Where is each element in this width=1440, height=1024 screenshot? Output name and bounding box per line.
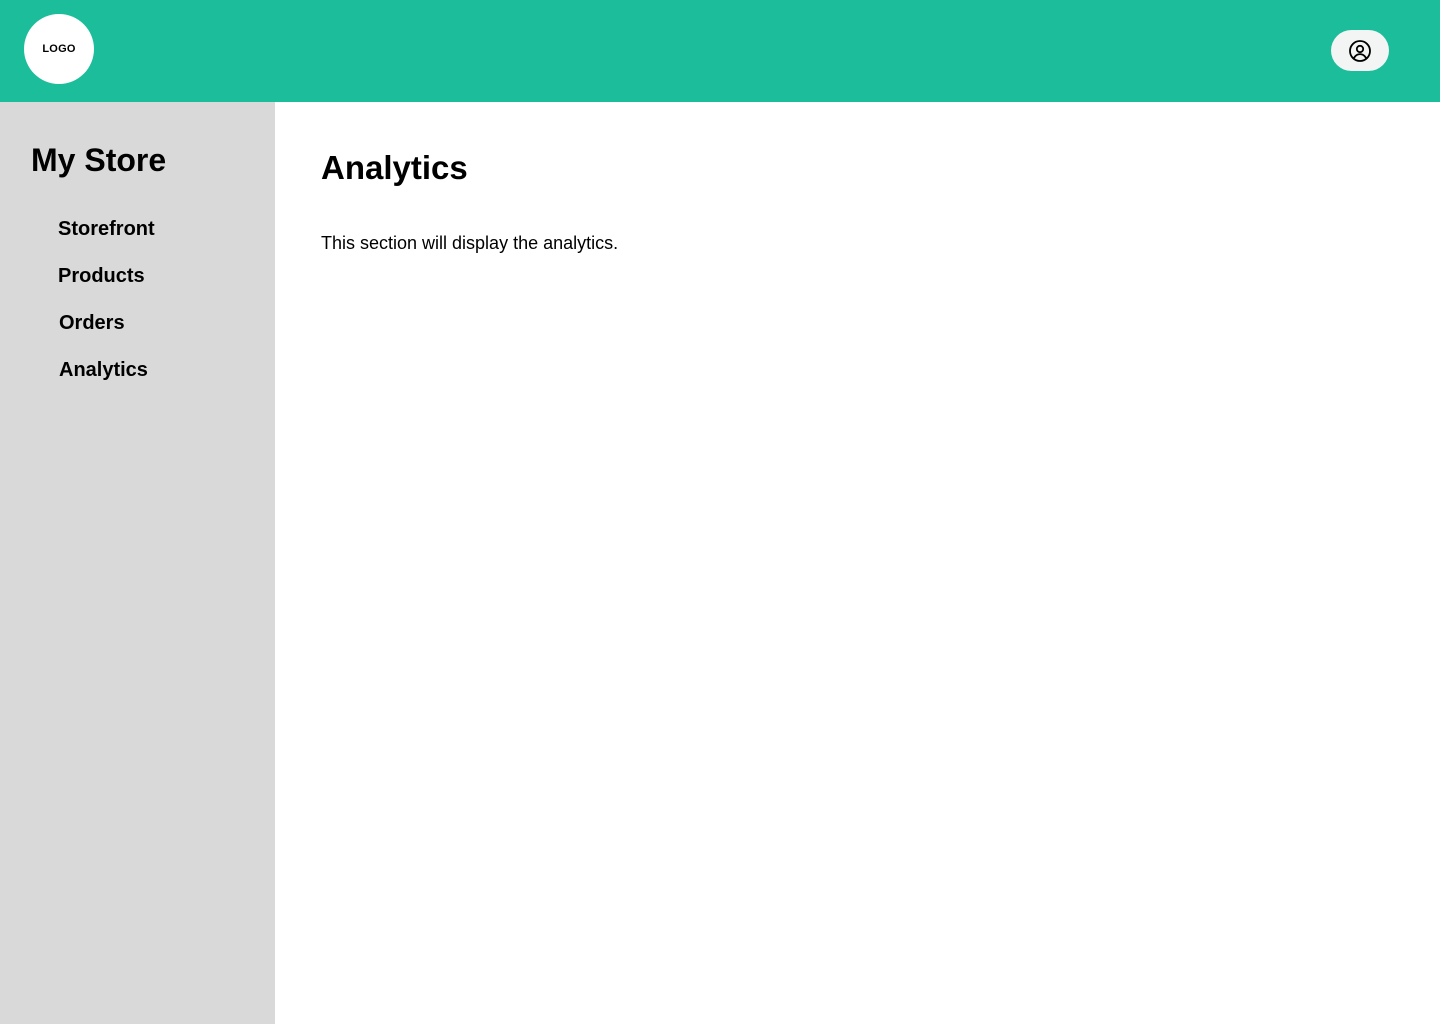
sidebar-item-analytics[interactable]: Analytics bbox=[59, 358, 148, 382]
main-content: Analytics This section will display the … bbox=[275, 102, 1440, 1024]
user-circle-icon bbox=[1348, 39, 1372, 63]
logo[interactable]: LOGO bbox=[24, 14, 94, 84]
sidebar-item-orders[interactable]: Orders bbox=[59, 311, 125, 335]
store-title: My Store bbox=[31, 142, 167, 178]
user-account-button[interactable] bbox=[1331, 30, 1389, 71]
sidebar: My Store Storefront Products Orders Anal… bbox=[0, 102, 275, 1024]
page-description: This section will display the analytics. bbox=[321, 233, 619, 253]
logo-text: LOGO bbox=[42, 43, 76, 55]
sidebar-item-storefront[interactable]: Storefront bbox=[58, 217, 155, 241]
page-title: Analytics bbox=[321, 149, 468, 186]
top-header: LOGO bbox=[0, 0, 1440, 102]
sidebar-item-products[interactable]: Products bbox=[58, 264, 145, 288]
